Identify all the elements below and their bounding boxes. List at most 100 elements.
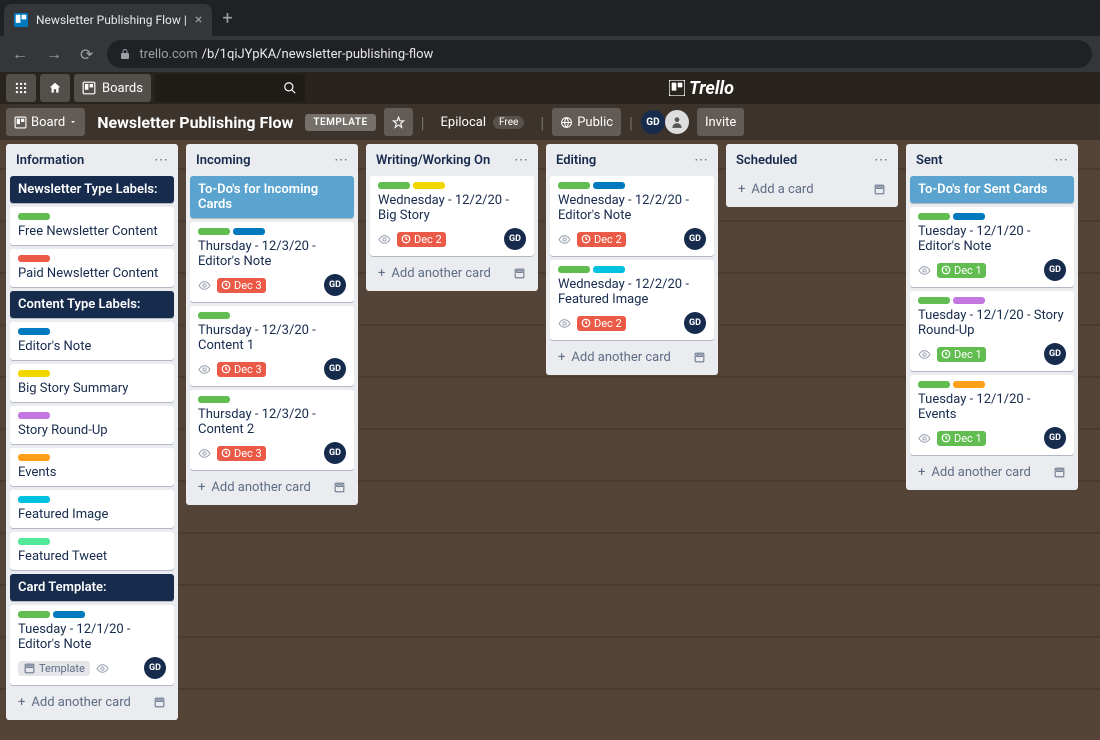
label-blue[interactable] [233,228,265,235]
label-green[interactable] [198,396,230,403]
add-card-button[interactable]: +Add another card [910,459,1074,486]
card-member[interactable]: GD [1044,259,1066,281]
due-badge[interactable]: Dec 2 [397,232,446,247]
close-tab-icon[interactable]: × [195,12,202,28]
label-blue[interactable] [53,611,85,618]
card[interactable]: Big Story Summary [10,364,174,402]
card[interactable]: To-Do's for Sent Cards [910,176,1074,203]
reload-button[interactable]: ⟳ [76,41,97,68]
list-menu-button[interactable]: ⋯ [154,152,168,168]
list-menu-button[interactable]: ⋯ [514,152,528,168]
card[interactable]: Free Newsletter Content [10,207,174,245]
list-menu-button[interactable]: ⋯ [874,152,888,168]
label-green[interactable] [18,213,50,220]
label-orange[interactable] [18,454,50,461]
add-card-button[interactable]: +Add a card [730,176,894,203]
card-member[interactable]: GD [144,657,166,679]
label-green[interactable] [918,381,950,388]
trello-logo[interactable]: Trello [309,78,1094,99]
label-purple[interactable] [18,412,50,419]
card[interactable]: Events [10,448,174,486]
card-member[interactable]: GD [324,274,346,296]
invite-button[interactable]: Invite [697,108,744,136]
card-member[interactable]: GD [684,312,706,334]
address-bar[interactable]: trello.com/b/1qiJYpKA/newsletter-publish… [107,40,1092,68]
label-blue[interactable] [593,182,625,189]
template-icon[interactable] [873,183,886,196]
card-member[interactable]: GD [324,358,346,380]
template-icon[interactable] [153,696,166,709]
back-button[interactable]: ← [8,40,32,68]
add-card-button[interactable]: +Add another card [550,344,714,371]
add-card-button[interactable]: +Add another card [10,689,174,716]
home-button[interactable] [40,74,70,102]
label-purple[interactable] [953,297,985,304]
label-blue[interactable] [953,213,985,220]
add-card-button[interactable]: +Add another card [190,474,354,501]
card[interactable]: Wednesday - 12/2/20 - Big StoryDec 2GD [370,176,534,256]
board-view-switcher[interactable]: Board [6,108,85,136]
workspace-button[interactable]: EpilocalFree [433,108,533,136]
list-title[interactable]: Incoming [196,153,250,168]
due-badge[interactable]: Dec 1 [937,263,986,278]
card[interactable]: Featured Image [10,490,174,528]
label-green[interactable] [558,266,590,273]
due-badge[interactable]: Dec 3 [217,446,266,461]
list-menu-button[interactable]: ⋯ [694,152,708,168]
due-badge[interactable]: Dec 1 [937,431,986,446]
card-member[interactable]: GD [1044,427,1066,449]
template-icon[interactable] [693,351,706,364]
card[interactable]: To-Do's for Incoming Cards [190,176,354,218]
card[interactable]: Tuesday - 12/1/20 - EventsDec 1GD [910,375,1074,455]
browser-tab[interactable]: Newsletter Publishing Flow | × [4,4,212,36]
list-title[interactable]: Information [16,153,84,168]
card[interactable]: Tuesday - 12/1/20 - Story Round-UpDec 1G… [910,291,1074,371]
visibility-button[interactable]: Public [552,108,621,136]
label-red[interactable] [18,255,50,262]
card[interactable]: Thursday - 12/3/20 - Content 1Dec 3GD [190,306,354,386]
card[interactable]: Thursday - 12/3/20 - Content 2Dec 3GD [190,390,354,470]
list-menu-button[interactable]: ⋯ [1054,152,1068,168]
apps-button[interactable] [6,74,36,102]
card-member[interactable]: GD [684,228,706,250]
label-green[interactable] [378,182,410,189]
card-member[interactable]: GD [504,228,526,250]
card[interactable]: Card Template: [10,574,174,601]
add-card-button[interactable]: +Add another card [370,260,534,287]
list-title[interactable]: Scheduled [736,153,797,168]
due-badge[interactable]: Dec 2 [577,232,626,247]
member-avatar[interactable]: GD [641,110,665,134]
board-title[interactable]: Newsletter Publishing Flow [93,113,297,132]
label-yellow[interactable] [18,370,50,377]
due-badge[interactable]: Dec 3 [217,362,266,377]
card[interactable]: Wednesday - 12/2/20 - Featured ImageDec … [550,260,714,340]
due-badge[interactable]: Dec 1 [937,347,986,362]
search-box[interactable] [155,74,305,102]
card[interactable]: Featured Tweet [10,532,174,570]
label-green[interactable] [198,228,230,235]
new-tab-button[interactable]: + [212,8,242,29]
list-title[interactable]: Editing [556,153,596,168]
list-title[interactable]: Sent [916,153,943,168]
template-icon[interactable] [1053,466,1066,479]
list-menu-button[interactable]: ⋯ [334,152,348,168]
card[interactable]: Editor's Note [10,322,174,360]
label-orange[interactable] [953,381,985,388]
card-member[interactable]: GD [324,442,346,464]
list-title[interactable]: Writing/Working On [376,153,490,168]
label-green[interactable] [558,182,590,189]
card[interactable]: Wednesday - 12/2/20 - Editor's NoteDec 2… [550,176,714,256]
boards-button[interactable]: Boards [74,74,151,102]
template-icon[interactable] [513,267,526,280]
forward-button[interactable]: → [42,40,66,68]
star-button[interactable] [384,108,413,136]
card[interactable]: Tuesday - 12/1/20 - Editor's NoteTemplat… [10,605,174,685]
card[interactable]: Content Type Labels: [10,291,174,318]
due-badge[interactable]: Dec 2 [577,316,626,331]
label-lime[interactable] [18,538,50,545]
label-sky[interactable] [593,266,625,273]
label-yellow[interactable] [413,182,445,189]
label-green[interactable] [918,213,950,220]
card[interactable]: Story Round-Up [10,406,174,444]
label-blue[interactable] [18,328,50,335]
